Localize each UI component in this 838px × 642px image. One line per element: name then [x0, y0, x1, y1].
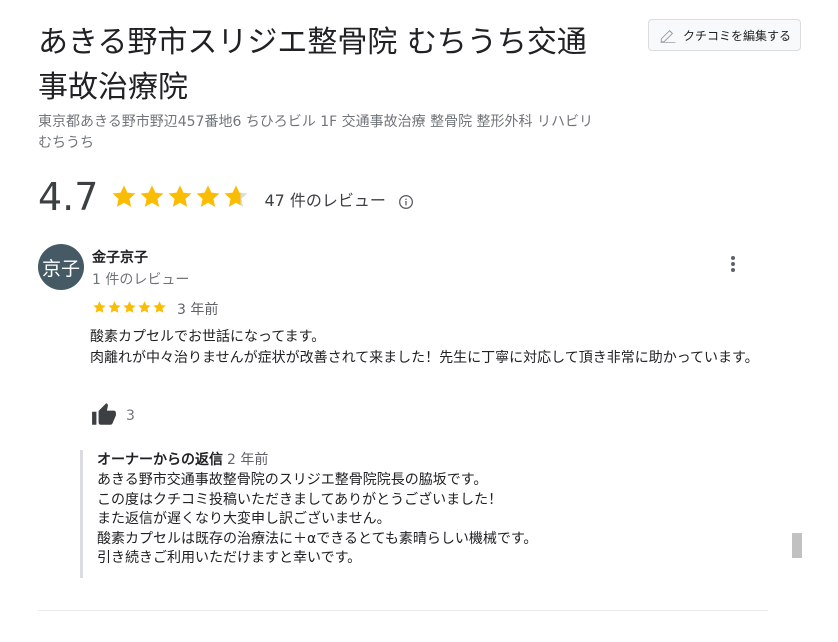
pencil-icon [660, 29, 676, 43]
star-icon [141, 185, 164, 207]
review-text-line: 肉離れが中々治りませんが症状が改善されて来ました！先生に丁寧に対応して頂き非常に… [90, 350, 759, 366]
scrollbar-thumb[interactable] [792, 533, 802, 558]
review-text: 酸素カプセルでお世話になってます。 肉離れが中々治りませんが症状が改善されて来ま… [90, 327, 780, 369]
star-icon [113, 185, 136, 207]
review-text-line: 酸素カプセルでお世話になってます。 [90, 329, 326, 345]
page-title: あきる野市スリジエ整骨院 むちうち交通事故治療院 [38, 25, 587, 105]
edit-review-button[interactable]: クチコミを編集する [648, 19, 801, 51]
star-icon [225, 185, 248, 207]
divider [38, 610, 768, 611]
star-icon [197, 185, 220, 207]
owner-reply-line: あきる野市交通事故整骨院のスリジエ整骨院院長の脇坂です。 [97, 472, 488, 488]
review-count-link[interactable]: 47 件のレビュー [264, 187, 385, 211]
owner-reply: オーナーからの返信 2 年前 あきる野市交通事故整骨院のスリジエ整骨院院長の脇坂で… [80, 450, 740, 578]
owner-reply-label: オーナーからの返信 [97, 452, 223, 468]
star-icon [108, 301, 121, 313]
review-age: 3 年前 [177, 302, 219, 318]
like-row: 3 [90, 402, 135, 428]
thumbs-up-icon[interactable] [90, 402, 118, 428]
rating-stars [110, 183, 250, 211]
review-stars [92, 300, 167, 315]
average-rating: 4.7 [38, 175, 99, 219]
owner-reply-age: 2 年前 [227, 452, 269, 468]
star-icon [93, 301, 106, 313]
business-address: 東京都あきる野市野辺457番地6 ちひろビル 1F 交通事故治療 整骨院 整形外… [38, 114, 594, 151]
star-icon [169, 185, 192, 207]
star-icon [138, 301, 151, 313]
owner-reply-line: また返信が遅くなり大変申し訳ございません。 [97, 511, 391, 527]
star-icon [153, 301, 166, 313]
reviewer-name[interactable]: 金子京子 [92, 247, 148, 267]
rating-summary: 4.7 47 件のレビュー [38, 174, 414, 220]
more-vert-icon[interactable] [726, 254, 740, 274]
owner-reply-line: この度はクチコミ投稿いただきましてありがとうございました！ [97, 491, 503, 508]
owner-reply-line: 引き続きご利用いただけますと幸いです。 [97, 550, 362, 566]
owner-reply-line: 酸素カプセルは既存の治療法に＋αできるとても素晴らしい機械です。 [97, 530, 538, 547]
star-icon [123, 301, 136, 313]
info-icon[interactable] [398, 194, 414, 210]
edit-review-label: クチコミを編集する [683, 28, 792, 43]
reviewer-review-count: 1 件のレビュー [92, 272, 190, 288]
avatar[interactable]: 京子 [38, 244, 84, 290]
like-count: 3 [126, 408, 135, 424]
